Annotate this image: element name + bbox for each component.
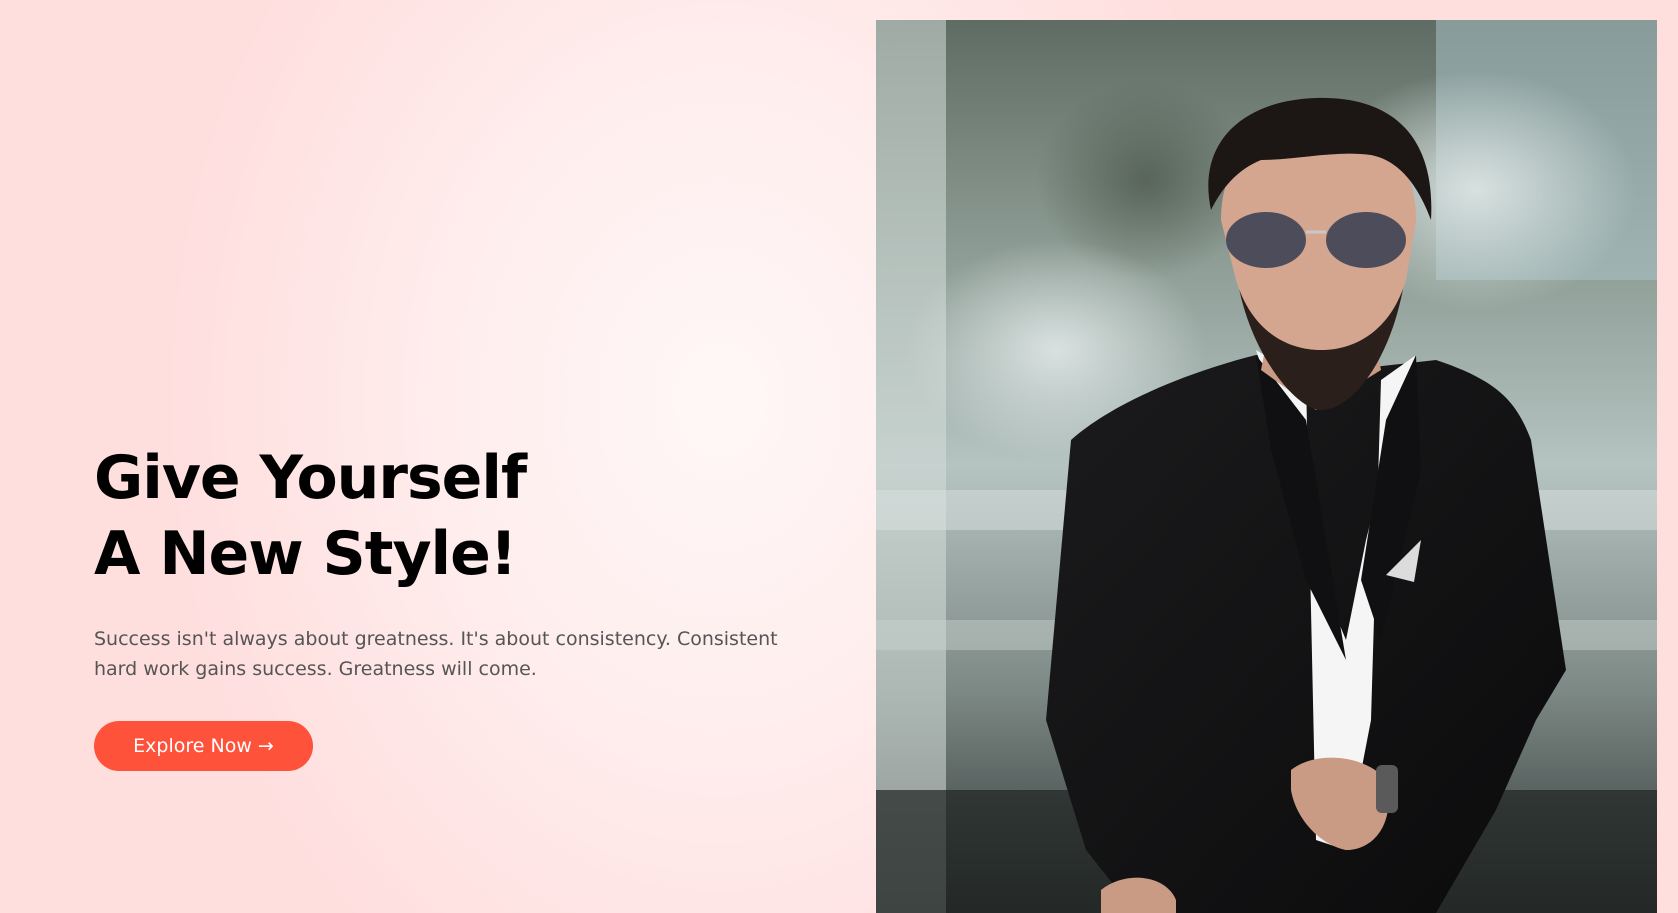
hero-title: Give Yourself A New Style! — [94, 440, 834, 592]
hero-description: Success isn't always about greatness. It… — [94, 628, 778, 680]
explore-now-button[interactable]: Explore Now → — [94, 721, 313, 771]
hero-text-block: Give Yourself A New Style! Success isn't… — [94, 440, 834, 684]
hero-photo — [876, 20, 1657, 913]
hero-section: Give Yourself A New Style! Success isn't… — [0, 0, 1678, 913]
hero-title-line-1: Give Yourself — [94, 443, 527, 513]
man-in-suit-photo-icon — [876, 20, 1657, 913]
hero-title-line-2: A New Style! — [94, 519, 517, 589]
